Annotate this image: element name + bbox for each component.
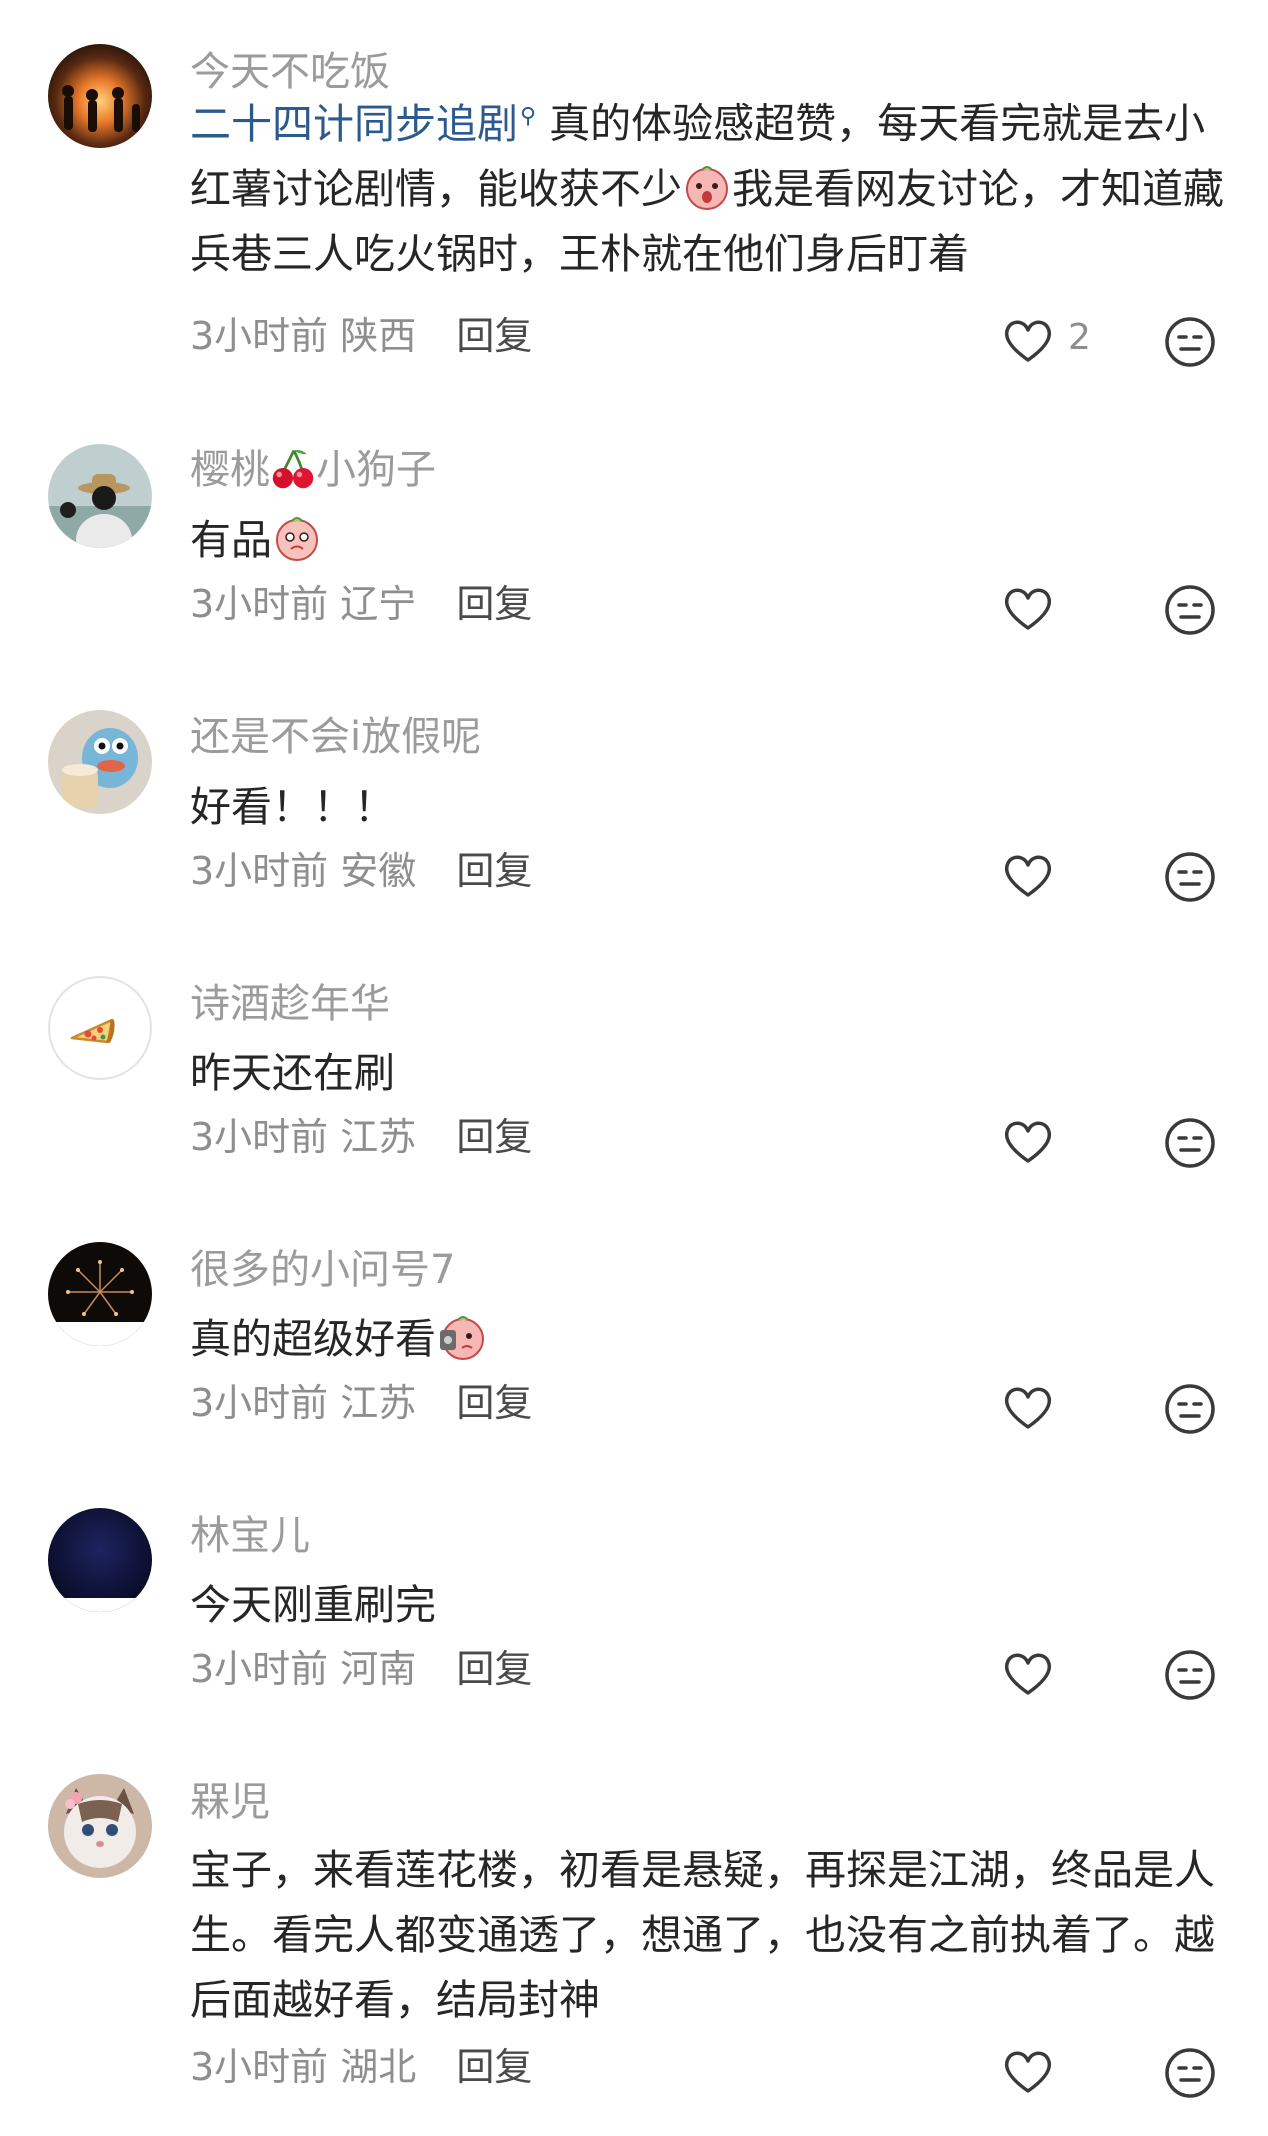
username[interactable]: 很多的小问号7	[190, 1246, 455, 1294]
pink-peach-emoji-icon	[440, 1316, 484, 1360]
comment-meta: 3小时前 江苏 回复	[190, 1380, 532, 1426]
comment-meta: 3小时前 辽宁 回复	[190, 581, 532, 627]
comment-location: 陕西	[340, 314, 417, 358]
comment-location: 江苏	[340, 1381, 417, 1425]
comment-meta: 3小时前 陕西 回复	[190, 313, 532, 359]
heart-outline-icon[interactable]	[1000, 1379, 1056, 1435]
neutral-face-icon[interactable]	[1162, 1647, 1218, 1703]
username[interactable]: 林宝儿	[190, 1512, 310, 1560]
comment-text: 好看！！！	[190, 783, 395, 831]
heart-outline-icon[interactable]	[1000, 1113, 1056, 1169]
avatar[interactable]	[48, 1774, 152, 1878]
avatar[interactable]	[48, 444, 152, 548]
avatar[interactable]	[48, 1242, 152, 1346]
comment-text: 今天刚重刷完	[190, 1581, 436, 1629]
pink-peach-emoji-icon	[686, 165, 728, 210]
avatar[interactable]	[48, 44, 152, 148]
heart-outline-icon[interactable]	[1000, 580, 1056, 636]
reply-button[interactable]: 回复	[456, 582, 532, 626]
comment-text: 昨天还在刷	[190, 1049, 395, 1097]
heart-outline-icon[interactable]	[1000, 847, 1056, 903]
avatar[interactable]	[48, 710, 152, 814]
comment-location: 安徽	[340, 849, 417, 893]
neutral-face-icon[interactable]	[1162, 849, 1218, 905]
comment-location: 江苏	[340, 1115, 417, 1159]
comment-time: 3小时前	[190, 2045, 329, 2089]
reply-button[interactable]: 回复	[456, 1381, 532, 1425]
comment-time: 3小时前	[190, 582, 329, 626]
comment-time: 3小时前	[190, 849, 329, 893]
comment-time: 3小时前	[190, 1647, 329, 1691]
comment-text: 二十四计同步追剧⚲ 真的体验感超赞，每天看完就是去小红薯讨论剧情，能收获不少 我是…	[190, 84, 1230, 287]
magnifier-icon: ⚲	[520, 104, 537, 129]
comment-location: 河南	[340, 1647, 417, 1691]
like-count: 2	[1068, 317, 1091, 358]
comment-time: 3小时前	[190, 314, 329, 358]
neutral-face-icon[interactable]	[1162, 1381, 1218, 1437]
reply-button[interactable]: 回复	[456, 849, 532, 893]
heart-outline-icon[interactable]	[1000, 1645, 1056, 1701]
avatar[interactable]	[48, 1508, 152, 1612]
username[interactable]: 还是不会i放假呢	[190, 713, 481, 761]
username[interactable]: 樱桃 小狗子	[190, 445, 436, 494]
username[interactable]: 诗酒趁年华	[190, 980, 390, 1028]
comment-location: 辽宁	[340, 582, 417, 626]
neutral-face-icon[interactable]	[1162, 314, 1218, 370]
username[interactable]: 槑児	[190, 1778, 270, 1826]
comment-meta: 3小时前 江苏 回复	[190, 1114, 532, 1160]
heart-outline-icon[interactable]	[1000, 312, 1056, 368]
comment-time: 3小时前	[190, 1115, 329, 1159]
comment-meta: 3小时前 安徽 回复	[190, 848, 532, 894]
reply-button[interactable]: 回复	[456, 314, 532, 358]
comment-meta: 3小时前 湖北 回复	[190, 2044, 532, 2090]
comment-text: 宝子，来看莲花楼，初看是悬疑，再探是江湖，终品是人生。看完人都变通透了，想通了，…	[190, 1846, 1215, 2024]
neutral-face-icon[interactable]	[1162, 582, 1218, 638]
hashtag-link[interactable]: 二十四计同步追剧⚲	[190, 100, 536, 148]
comment-text: 真的超级好看	[190, 1307, 1230, 1372]
heart-outline-icon[interactable]	[1000, 2043, 1056, 2099]
comment-location: 湖北	[340, 2045, 417, 2089]
avatar[interactable]	[48, 976, 152, 1080]
comment-text: 有品	[190, 508, 1230, 573]
pink-peach-emoji-icon	[276, 517, 318, 561]
comment-meta: 3小时前 河南 回复	[190, 1646, 532, 1692]
neutral-face-icon[interactable]	[1162, 2045, 1218, 2101]
reply-button[interactable]: 回复	[456, 2045, 532, 2089]
reply-button[interactable]: 回复	[456, 1115, 532, 1159]
cherry-icon	[272, 449, 314, 489]
reply-button[interactable]: 回复	[456, 1647, 532, 1691]
neutral-face-icon[interactable]	[1162, 1115, 1218, 1171]
comment-time: 3小时前	[190, 1381, 329, 1425]
